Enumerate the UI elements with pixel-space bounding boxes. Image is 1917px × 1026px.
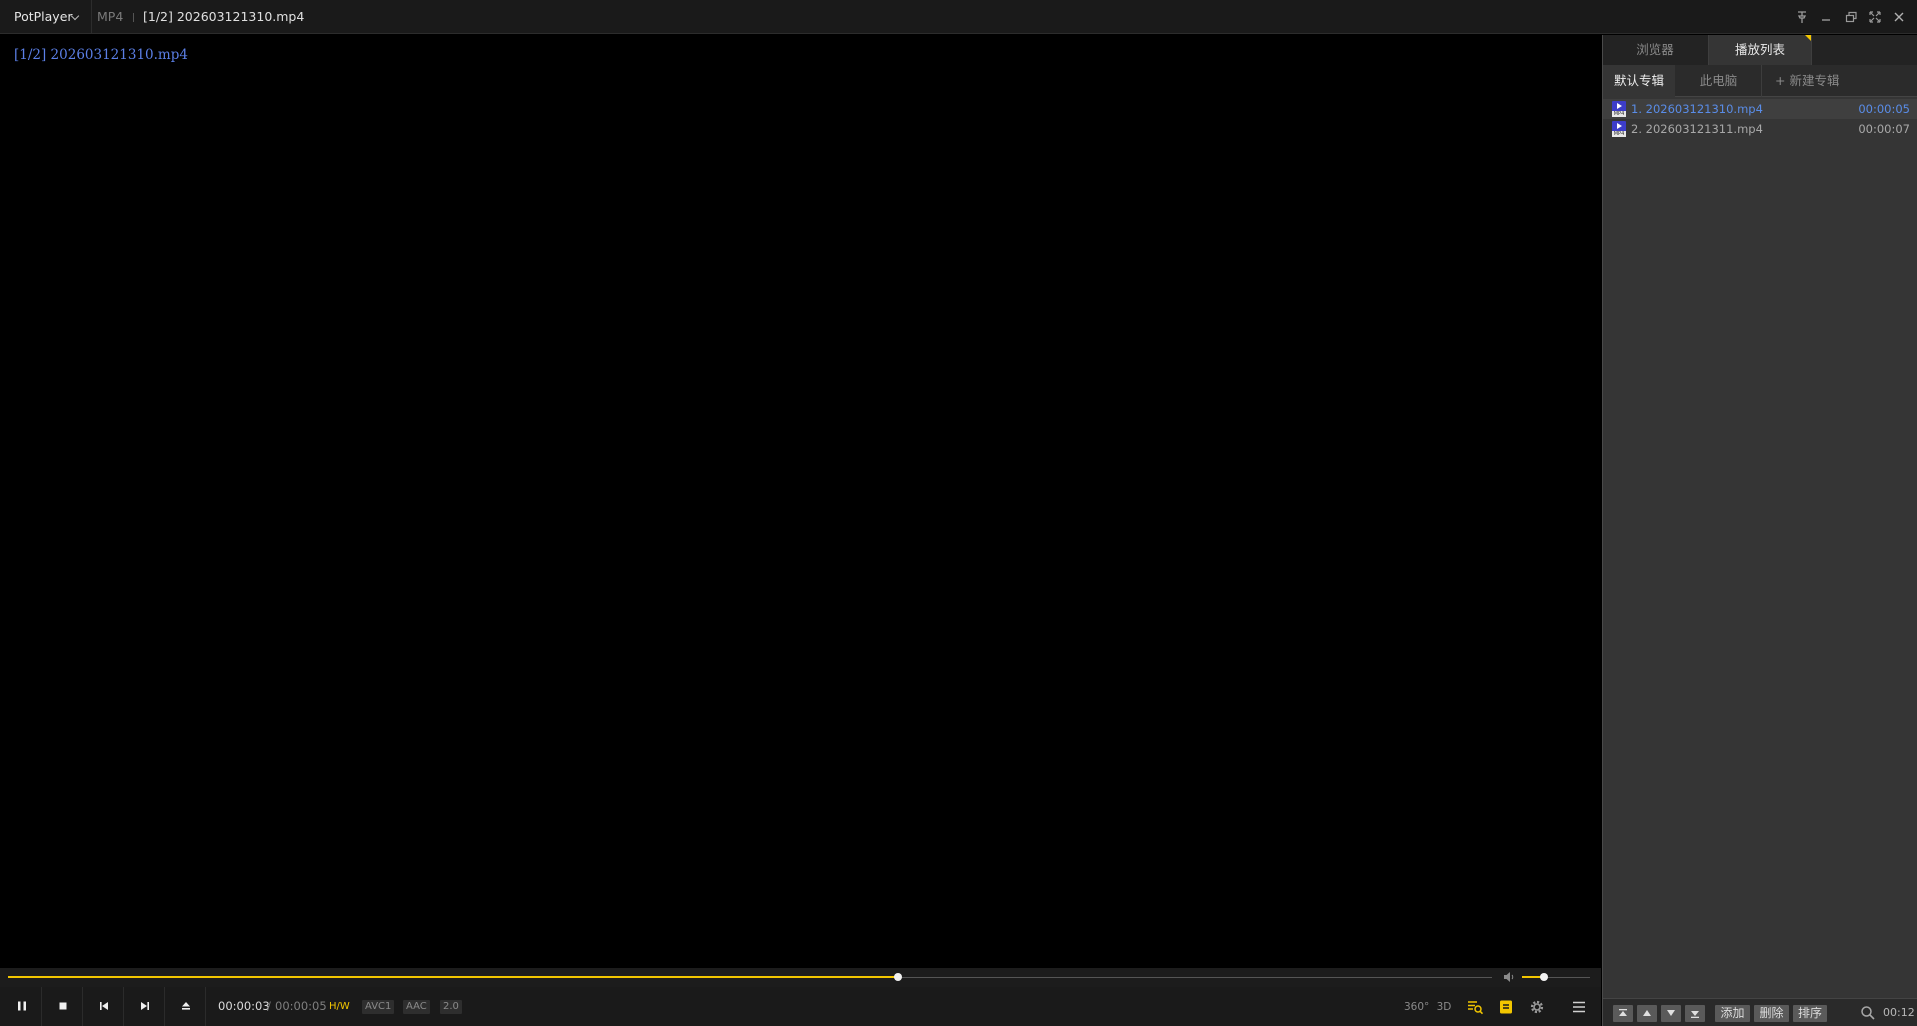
tab-browser[interactable]: 浏览器 [1603, 35, 1707, 65]
fullscreen-icon[interactable] [1865, 7, 1885, 27]
eject-icon [182, 1002, 190, 1010]
seek-bar[interactable] [0, 968, 1601, 987]
panel-tabs: 浏览器 播放列表 [1603, 35, 1917, 65]
move-bottom-icon [1691, 1011, 1699, 1018]
move-to-bottom-button[interactable] [1685, 1005, 1705, 1022]
menu-icon[interactable] [1569, 997, 1589, 1017]
audio-codec-badge[interactable]: AAC [403, 1000, 430, 1014]
tab-playlist[interactable]: 播放列表 [1708, 35, 1812, 65]
move-top-icon [1619, 1009, 1627, 1016]
3d-mode-button[interactable]: 3D [1434, 997, 1454, 1017]
playlist-item-duration: 00:00:07 [1858, 122, 1910, 136]
minimize-icon[interactable] [1816, 7, 1836, 27]
seek-handle[interactable] [894, 973, 903, 981]
pin-icon[interactable] [1792, 7, 1812, 27]
app-menu-button[interactable]: PotPlayer [0, 0, 92, 34]
mp4-file-icon [1612, 121, 1626, 137]
volume-icon[interactable] [1502, 970, 1516, 984]
vr-360-button[interactable]: 360° [1404, 997, 1429, 1017]
album-tab-default[interactable]: 默认专辑 [1603, 65, 1675, 97]
move-up-button[interactable] [1637, 1005, 1657, 1022]
playlist-panel: 浏览器 播放列表 默认专辑 此电脑 + 新建专辑 1. 202603121310… [1602, 35, 1917, 1026]
stop-icon [59, 1002, 67, 1010]
album-tab-this-pc[interactable]: 此电脑 [1676, 65, 1762, 97]
hw-decoder-badge[interactable]: H/W [326, 1000, 353, 1014]
app-name: PotPlayer [14, 9, 73, 24]
next-button[interactable] [125, 987, 165, 1026]
sort-button[interactable]: 排序 [1793, 1005, 1827, 1022]
window-title: [1/2] 202603121310.mp4 [143, 9, 305, 24]
playlist-item-name: 2. 202603121311.mp4 [1631, 122, 1763, 136]
tab-playlist-label: 播放列表 [1734, 42, 1785, 57]
playlist-toolbar: 添加 删除 排序 00:12 [1603, 998, 1917, 1026]
title-bar: PotPlayer MP4 [1/2] 202603121310.mp4 [0, 0, 1917, 34]
seek-progress [8, 976, 899, 978]
control-bar: 00:00:03 / 00:00:05 H/W AVC1 AAC 2.0 360… [0, 987, 1601, 1026]
total-time: 00:00:05 [275, 999, 327, 1013]
volume-handle[interactable] [1540, 973, 1549, 981]
playlist-item[interactable]: 2. 202603121311.mp4 00:00:07 [1603, 119, 1917, 139]
mp4-file-icon [1612, 101, 1626, 117]
playlist-item-duration: 00:00:05 [1858, 102, 1910, 116]
restore-icon[interactable] [1841, 7, 1861, 27]
current-time: 00:00:03 [218, 999, 270, 1013]
osd-filename: [1/2] 202603121310.mp4 [14, 47, 188, 63]
previous-button[interactable] [84, 987, 124, 1026]
close-icon[interactable] [1889, 7, 1909, 27]
move-to-top-button[interactable] [1613, 1005, 1633, 1022]
move-up-icon [1643, 1010, 1651, 1016]
playlist: 1. 202603121310.mp4 00:00:05 2. 20260312… [1603, 99, 1917, 139]
pause-button[interactable] [2, 987, 42, 1026]
time-separator: / [267, 999, 271, 1013]
playlist-search-icon[interactable] [1465, 997, 1485, 1017]
video-codec-badge[interactable]: AVC1 [362, 1000, 395, 1014]
add-button[interactable]: 添加 [1715, 1005, 1750, 1022]
video-area[interactable]: [1/2] 202603121310.mp4 [0, 35, 1601, 967]
gear-icon[interactable] [1527, 997, 1547, 1017]
audio-channels-badge[interactable]: 2.0 [440, 1000, 462, 1014]
move-down-button[interactable] [1661, 1005, 1681, 1022]
playlist-item[interactable]: 1. 202603121310.mp4 00:00:05 [1603, 99, 1917, 119]
new-album-button[interactable]: + 新建专辑 [1763, 65, 1853, 97]
playlist-item-name: 1. 202603121310.mp4 [1631, 102, 1763, 116]
search-icon[interactable] [1859, 1004, 1877, 1022]
album-tabs: 默认专辑 此电脑 + 新建专辑 [1603, 65, 1917, 97]
open-file-button[interactable] [166, 987, 206, 1026]
move-down-icon [1667, 1010, 1675, 1016]
pause-icon [18, 1001, 26, 1011]
stop-button[interactable] [43, 987, 83, 1026]
active-corner-marker [1805, 35, 1811, 41]
clock-display: 00:12 [1883, 1006, 1915, 1019]
subtitle-icon[interactable] [1496, 997, 1516, 1017]
title-divider [133, 13, 134, 22]
skip-previous-icon [100, 1002, 108, 1010]
skip-next-icon [141, 1002, 149, 1010]
format-label: MP4 [97, 9, 124, 24]
delete-button[interactable]: 删除 [1754, 1005, 1789, 1022]
